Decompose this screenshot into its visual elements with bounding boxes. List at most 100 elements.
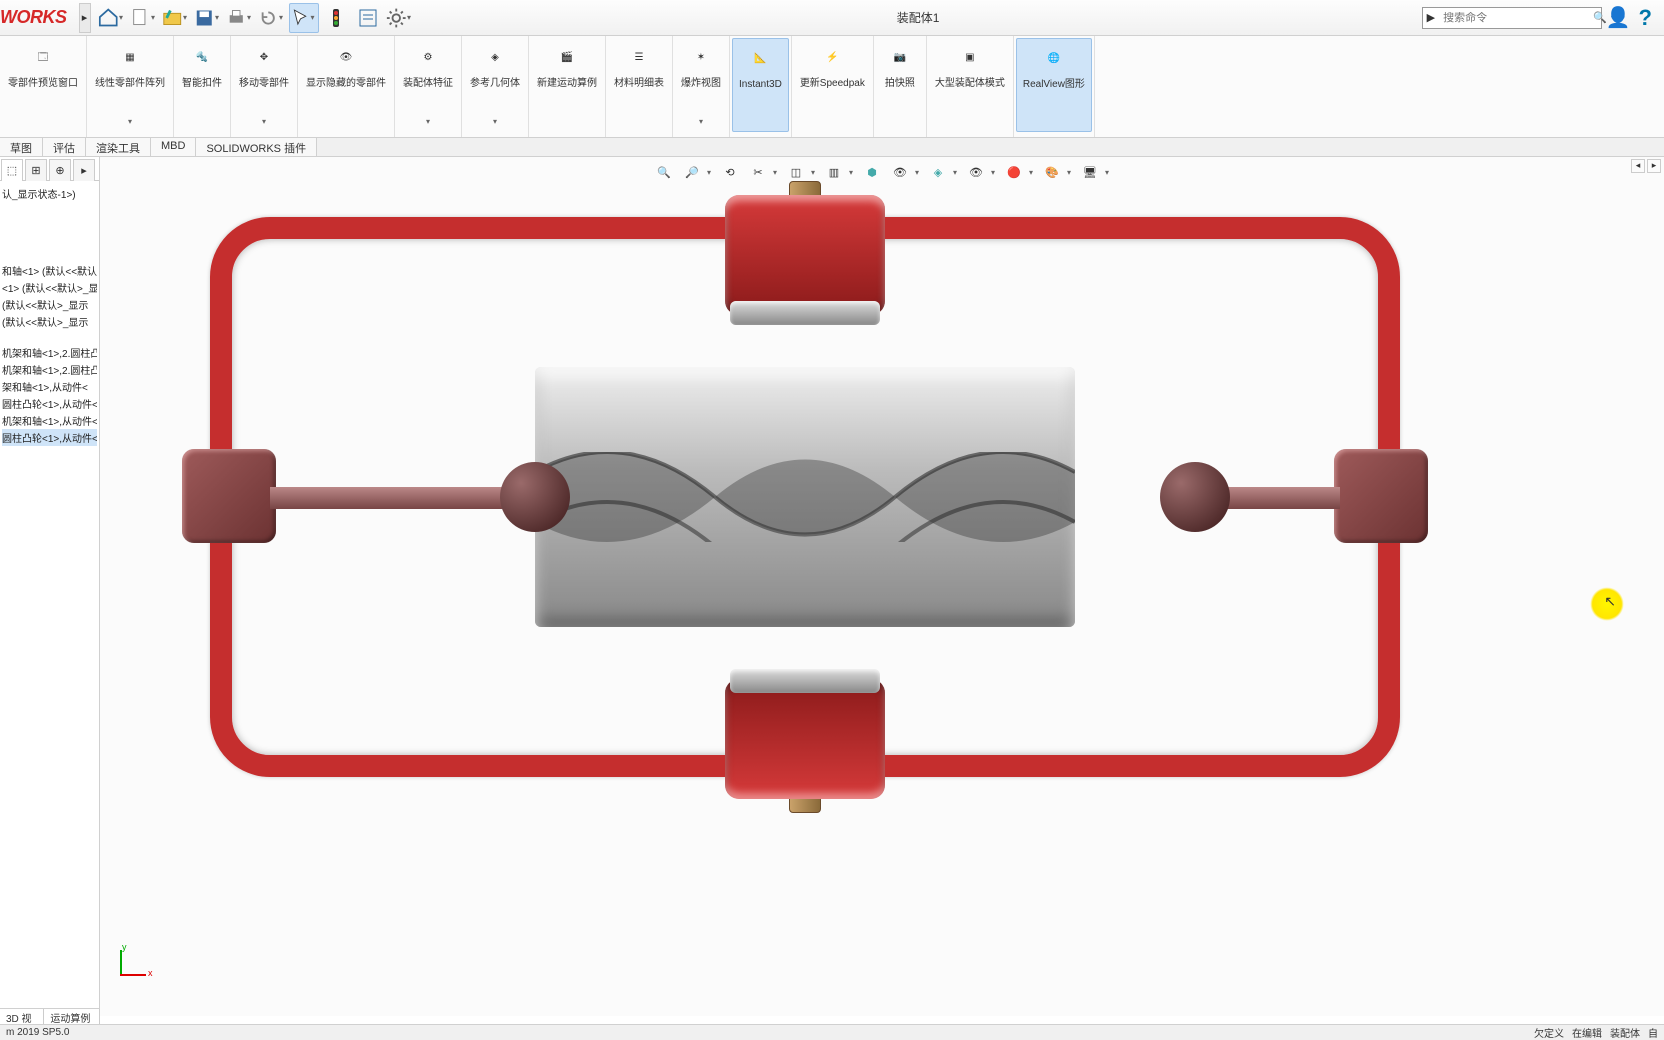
3d-model	[210, 217, 1400, 777]
print-button[interactable]: ▾	[225, 3, 255, 33]
dropdown-caret-icon[interactable]: ▾	[311, 13, 318, 22]
tab-evaluate[interactable]: 评估	[43, 138, 86, 156]
zoom-fit-button[interactable]: 🔍	[651, 159, 677, 185]
display-state-node[interactable]: 认_显示状态-1>)	[2, 185, 97, 202]
zoom-area-button[interactable]: 🔎	[679, 159, 705, 185]
dropdown-caret-icon[interactable]: ▾	[183, 13, 191, 22]
geometry-icon: ◈	[477, 40, 513, 76]
quick-access-toolbar: ▾ ▾ ▾ ▾ ▾ ▾ ▾ ▾	[97, 3, 415, 33]
expand-menu-button[interactable]: ▸	[79, 3, 91, 33]
dropdown-caret-icon[interactable]: ▾	[215, 13, 223, 22]
rb-exploded-view[interactable]: ✶爆炸视图▾	[675, 38, 727, 132]
status-editing: 在编辑	[1572, 1025, 1602, 1040]
dropdown-caret-icon[interactable]: ▾	[247, 13, 255, 22]
save-button[interactable]: ▾	[193, 3, 223, 33]
tree-item[interactable]: <1> (默认<<默认>_显	[2, 279, 97, 296]
assembly-icon: ⚙	[410, 40, 446, 76]
status-bar: m 2019 SP5.0 欠定义 在编辑 装配体 自	[0, 1024, 1664, 1040]
model-hub	[1334, 449, 1428, 543]
rb-preview-window[interactable]: 🗔零部件预览窗口	[2, 38, 84, 132]
command-search[interactable]: ▶ 🔍 ▾	[1422, 7, 1602, 29]
tree-item[interactable]: 圆柱凸轮<1>,从动件<	[2, 395, 97, 412]
version-label: m 2019 SP5.0	[6, 1027, 69, 1038]
panel-nav-prev[interactable]: ◂	[1631, 159, 1645, 173]
explode-icon: ✶	[683, 40, 719, 76]
tree-item[interactable]: 机架和轴<1>,2.圆柱凸	[2, 344, 97, 361]
user-icon[interactable]: 👤	[1606, 5, 1631, 30]
tree-item[interactable]: 机架和轴<1>,从动件<	[2, 412, 97, 429]
help-button[interactable]: ?	[1635, 5, 1656, 31]
rb-linear-pattern[interactable]: ▦线性零部件阵列▾	[89, 38, 171, 132]
search-input[interactable]	[1439, 12, 1589, 24]
dropdown-caret-icon[interactable]: ▾	[151, 13, 159, 22]
motion-tabs: 3D 视图 运动算例 1	[0, 1008, 100, 1024]
isometric-button[interactable]: ◈	[925, 159, 951, 185]
view-toolbar: 🔍 🔎▾ ⟲ ✂▾ ◫▾ ▥▾ ⬢ 👁▾ ◈▾ 👁▾ 🔴▾ 🎨▾ 🖥▾	[649, 157, 1115, 187]
tree-item[interactable]: (默认<<默认>_显示	[2, 296, 97, 313]
rb-label: 参考几何体	[470, 78, 520, 90]
3d-viewport[interactable]: ◂ ▸ 🔍 🔎▾ ⟲ ✂▾ ◫▾ ▥▾ ⬢ 👁▾ ◈▾ 👁▾ 🔴▾ 🎨▾ 🖥▾	[100, 157, 1664, 1016]
rb-label: 大型装配体模式	[935, 78, 1005, 90]
rb-instant3d[interactable]: 📐Instant3D	[732, 38, 789, 132]
section-view-button[interactable]: ✂	[745, 159, 771, 185]
rb-ref-geometry[interactable]: ◈参考几何体▾	[464, 38, 526, 132]
model-hub	[182, 449, 276, 543]
ribbon: 🗔零部件预览窗口 ▦线性零部件阵列▾ 🔩智能扣件 ✥移动零部件▾ 👁显示隐藏的零…	[0, 36, 1664, 138]
rb-speedpak[interactable]: ⚡更新Speedpak	[794, 38, 871, 132]
home-button[interactable]: ▾	[97, 3, 127, 33]
rb-new-motion[interactable]: 🎬新建运动算例	[531, 38, 603, 132]
dropdown-caret-icon[interactable]: ▾	[279, 13, 287, 22]
tab-addins[interactable]: SOLIDWORKS 插件	[196, 138, 317, 156]
cube-button[interactable]: ⬢	[859, 159, 885, 185]
scene-button[interactable]: 🎨	[1039, 159, 1065, 185]
tree-item[interactable]: (默认<<默认>_显示	[2, 313, 97, 330]
rb-label: 零部件预览窗口	[8, 78, 78, 90]
rb-snapshot[interactable]: 📷拍快照	[876, 38, 924, 132]
tree-item[interactable]: 圆柱凸轮<1>,从动件<	[2, 429, 97, 446]
cursor-icon: ↖	[1604, 593, 1616, 610]
display-style-button[interactable]: ▥	[821, 159, 847, 185]
arrow-tab[interactable]: ▸	[73, 159, 95, 181]
axis-y-label: y	[122, 942, 127, 952]
tab-motion-study[interactable]: 运动算例 1	[44, 1009, 100, 1024]
list-button[interactable]	[353, 3, 383, 33]
rb-smart-fastener[interactable]: 🔩智能扣件	[176, 38, 228, 132]
rb-move-component[interactable]: ✥移动零部件▾	[233, 38, 295, 132]
open-button[interactable]: ▾	[161, 3, 191, 33]
tree-item[interactable]: 架和轴<1>,从动件<	[2, 378, 97, 395]
pattern-icon: ▦	[112, 40, 148, 76]
dropdown-caret-icon[interactable]: ▾	[119, 13, 127, 22]
tab-3d-view[interactable]: 3D 视图	[0, 1009, 44, 1024]
tree-tab[interactable]: ⬚	[1, 159, 23, 181]
prev-view-button[interactable]: ⟲	[717, 159, 743, 185]
hide-show-button[interactable]: 👁	[887, 159, 913, 185]
status-unit-icon[interactable]: 自	[1648, 1025, 1658, 1040]
new-button[interactable]: ▾	[129, 3, 159, 33]
rb-bom[interactable]: ☰材料明细表	[608, 38, 670, 132]
rb-show-hidden[interactable]: 👁显示隐藏的零部件	[300, 38, 392, 132]
select-button[interactable]: ▾	[289, 3, 319, 33]
appearance-button[interactable]: 🔴	[1001, 159, 1027, 185]
dropdown-caret-icon[interactable]: ▾	[407, 13, 415, 22]
tree-item[interactable]: 机架和轴<1>,2.圆柱凸	[2, 361, 97, 378]
rb-realview[interactable]: 🌐RealView图形	[1016, 38, 1092, 132]
rb-assembly-feature[interactable]: ⚙装配体特征▾	[397, 38, 459, 132]
tab-sketch[interactable]: 草图	[0, 138, 43, 156]
feature-tree[interactable]: 认_显示状态-1>) 和轴<1> (默认<<默认 <1> (默认<<默认>_显 …	[0, 181, 99, 450]
tab-render[interactable]: 渲染工具	[86, 138, 151, 156]
view-eye-button[interactable]: 👁	[963, 159, 989, 185]
tab-mbd[interactable]: MBD	[151, 138, 196, 156]
panel-nav-next[interactable]: ▸	[1647, 159, 1661, 173]
config-tab[interactable]: ⊞	[25, 159, 47, 181]
model-rod	[270, 487, 510, 509]
display-tab[interactable]: ⊕	[49, 159, 71, 181]
settings-button[interactable]: ▾	[385, 3, 415, 33]
tree-item[interactable]: 和轴<1> (默认<<默认	[2, 262, 97, 279]
undo-button[interactable]: ▾	[257, 3, 287, 33]
move-icon: ✥	[246, 40, 282, 76]
play-icon: ▶	[1423, 11, 1439, 24]
rb-large-assembly[interactable]: ▣大型装配体模式	[929, 38, 1011, 132]
display-button[interactable]: 🖥	[1077, 159, 1103, 185]
traffic-light-icon[interactable]	[321, 3, 351, 33]
model-cam	[535, 367, 1075, 627]
